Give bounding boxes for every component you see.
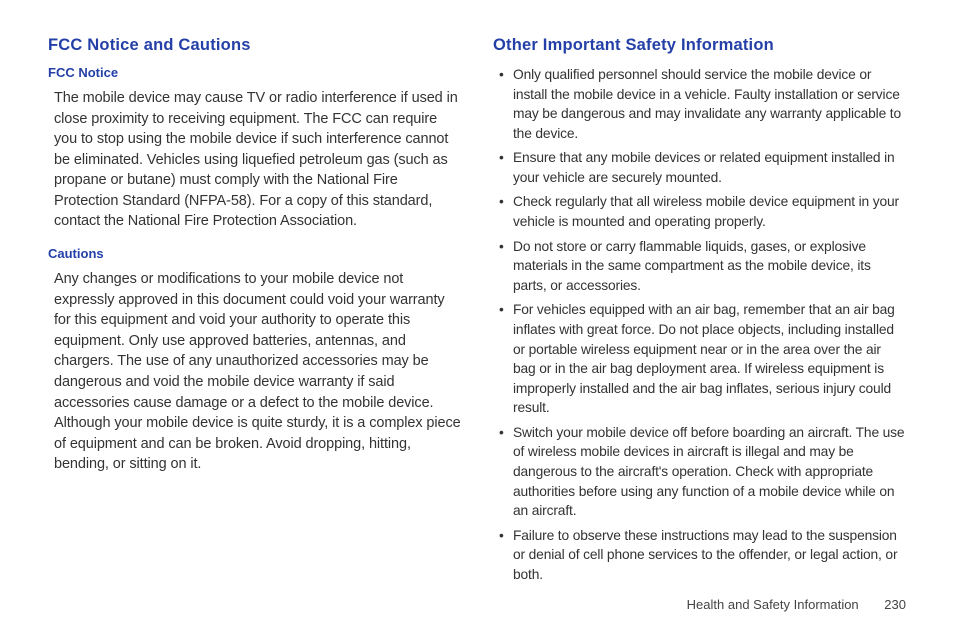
list-item: Check regularly that all wireless mobile… <box>499 192 906 231</box>
list-item: For vehicles equipped with an air bag, r… <box>499 300 906 417</box>
right-column: Other Important Safety Information Only … <box>493 36 906 589</box>
fcc-notice-text: The mobile device may cause TV or radio … <box>48 88 461 232</box>
fcc-notice-subheading: FCC Notice <box>48 65 461 80</box>
left-column: FCC Notice and Cautions FCC Notice The m… <box>48 36 461 589</box>
list-item: Failure to observe these instructions ma… <box>499 526 906 585</box>
list-item: Do not store or carry flammable liquids,… <box>499 237 906 296</box>
cautions-text: Any changes or modifications to your mob… <box>48 269 461 475</box>
safety-heading: Other Important Safety Information <box>493 36 906 55</box>
cautions-subheading: Cautions <box>48 246 461 261</box>
safety-bullet-list: Only qualified personnel should service … <box>493 65 906 584</box>
two-column-layout: FCC Notice and Cautions FCC Notice The m… <box>48 36 906 589</box>
list-item: Only qualified personnel should service … <box>499 65 906 143</box>
footer-section-name: Health and Safety Information <box>687 597 859 612</box>
page-footer: Health and Safety Information 230 <box>687 597 906 612</box>
list-item: Ensure that any mobile devices or relate… <box>499 148 906 187</box>
list-item: Switch your mobile device off before boa… <box>499 423 906 521</box>
page-number: 230 <box>884 597 906 612</box>
fcc-heading: FCC Notice and Cautions <box>48 36 461 55</box>
